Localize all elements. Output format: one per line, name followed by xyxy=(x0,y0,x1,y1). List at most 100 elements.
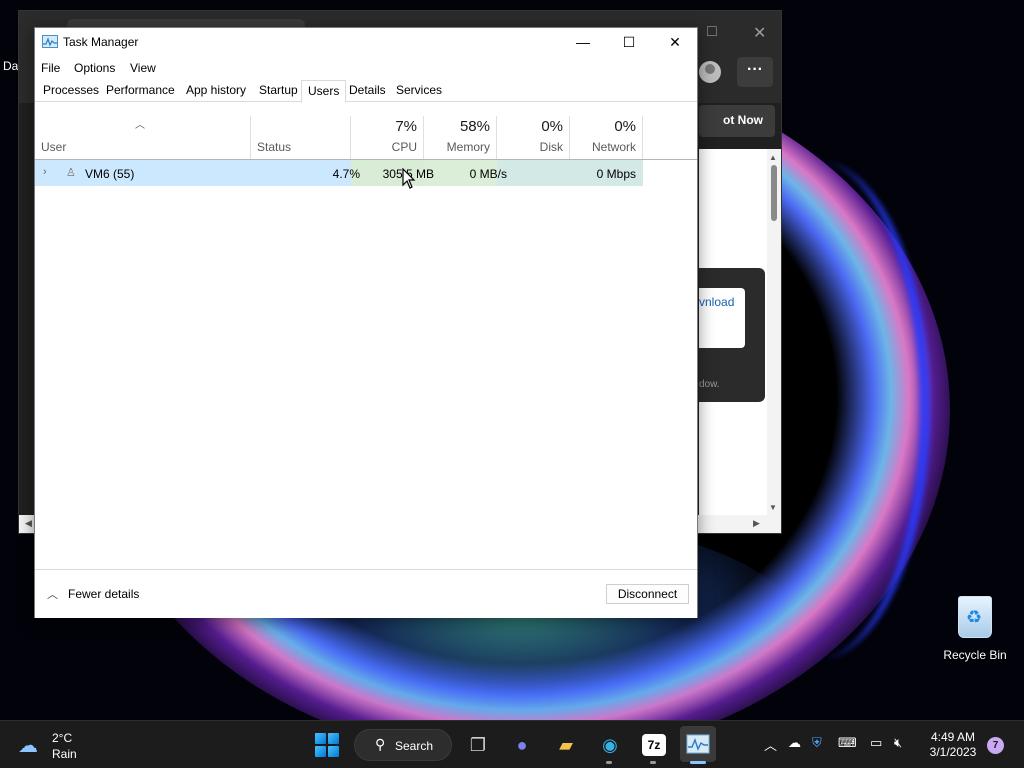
fewer-details-link[interactable]: Fewer details xyxy=(68,587,139,601)
menu-file[interactable]: File xyxy=(41,61,60,75)
vertical-scrollbar[interactable]: ▲ ▼ xyxy=(767,149,781,515)
user-icon: ♙ xyxy=(66,167,76,179)
desktop-icon-label[interactable]: Da xyxy=(3,59,18,73)
tab-processes[interactable]: Processes xyxy=(41,83,101,97)
mouse-cursor-icon xyxy=(402,168,416,189)
maximize-icon[interactable]: □ xyxy=(707,23,717,41)
chevron-up-icon[interactable]: ︿ xyxy=(47,586,58,602)
start-tile xyxy=(315,746,326,757)
task-manager-taskbar-button[interactable] xyxy=(680,726,716,762)
scrollbar-thumb[interactable] xyxy=(771,165,777,221)
column-header-cpu[interactable]: 7% CPU xyxy=(351,116,424,160)
onedrive-icon[interactable]: ☁ xyxy=(788,735,801,751)
column-header-network[interactable]: 0% Network xyxy=(570,116,643,160)
taskbar-search[interactable]: ⚲ Search xyxy=(354,729,452,761)
minimize-icon: — xyxy=(576,34,590,50)
column-memory-label: Memory xyxy=(446,140,490,154)
close-button[interactable]: ✕ xyxy=(652,28,698,58)
active-indicator xyxy=(690,761,706,764)
column-header-status[interactable]: Status xyxy=(251,116,351,160)
tab-bar: Processes Performance App history Startu… xyxy=(35,80,697,103)
sort-ascending-icon: ︿ xyxy=(135,120,145,131)
network-total: 0% xyxy=(614,118,636,135)
notification-badge[interactable]: 7 xyxy=(987,737,1004,754)
clock-time: 4:49 AM xyxy=(930,730,976,744)
download-card: vnload dow. xyxy=(699,268,765,402)
7zip-icon[interactable]: 7z xyxy=(642,734,666,756)
task-manager-app-icon xyxy=(42,35,58,48)
column-user-label: User xyxy=(41,140,67,154)
task-manager-titlebar[interactable]: Task Manager — ☐ ✕ xyxy=(35,28,697,58)
expand-chevron-icon[interactable]: › xyxy=(43,166,47,178)
disk-total: 0% xyxy=(541,118,563,135)
running-indicator xyxy=(650,761,656,764)
column-network-label: Network xyxy=(591,140,636,154)
search-label: Search xyxy=(395,739,434,753)
download-link[interactable]: vnload xyxy=(699,295,734,309)
recycle-bin-icon: ♻ xyxy=(958,596,992,638)
start-tile xyxy=(328,733,339,744)
tab-performance[interactable]: Performance xyxy=(104,83,177,97)
task-manager-icon xyxy=(686,734,710,754)
profile-avatar[interactable] xyxy=(699,61,721,83)
network-icon[interactable]: ▭ xyxy=(870,735,882,751)
weather-icon[interactable]: ☁ xyxy=(18,733,38,758)
scroll-right-icon[interactable]: ▶ xyxy=(753,518,760,529)
weather-condition[interactable]: Rain xyxy=(52,747,77,761)
disconnect-button[interactable]: Disconnect xyxy=(606,584,689,604)
clock-date: 3/1/2023 xyxy=(929,745,977,759)
maximize-icon: ☐ xyxy=(622,34,636,50)
menu-view[interactable]: View xyxy=(130,61,156,75)
tab-startup[interactable]: Startup xyxy=(257,83,300,97)
card-caption: dow. xyxy=(699,379,720,390)
not-now-button[interactable]: ot Now xyxy=(699,105,775,137)
window-title: Task Manager xyxy=(63,35,139,49)
menu-bar: File Options View xyxy=(35,58,697,78)
column-status-label: Status xyxy=(257,140,292,154)
taskbar-clock[interactable]: 4:49 AM 3/1/2023 xyxy=(920,730,986,760)
task-view-icon[interactable]: ❐ xyxy=(464,731,492,759)
row-cpu: 4.7% xyxy=(332,167,360,181)
edge-icon[interactable]: ◉ xyxy=(596,731,624,759)
volume-muted-icon[interactable]: 🔇︎ xyxy=(894,735,902,751)
close-icon: ✕ xyxy=(669,34,681,50)
column-header-disk[interactable]: 0% Disk xyxy=(497,116,570,160)
search-icon: ⚲ xyxy=(375,736,386,752)
column-disk-label: Disk xyxy=(539,140,563,154)
recycle-bin[interactable]: ♻ Recycle Bin xyxy=(938,596,1012,662)
row-disk: 0 MB/s xyxy=(469,167,507,181)
memory-total: 58% xyxy=(459,118,490,135)
tab-app-history[interactable]: App history xyxy=(184,83,248,97)
running-indicator xyxy=(606,761,612,764)
start-tile xyxy=(315,733,326,744)
folder-icon[interactable]: ▰ xyxy=(552,731,580,759)
scroll-down-icon[interactable]: ▼ xyxy=(769,503,777,512)
tab-details[interactable]: Details xyxy=(347,83,388,97)
security-shield-icon[interactable]: ⛨ xyxy=(812,735,822,751)
start-button[interactable] xyxy=(315,733,339,757)
column-cpu-label: CPU xyxy=(391,140,417,154)
table-row[interactable]: › ♙ VM6 (55) 4.7% 305.5 MB 0 MB/s 0 Mbps xyxy=(35,160,643,186)
tab-services[interactable]: Services xyxy=(394,83,444,97)
row-user: VM6 (55) xyxy=(85,167,135,181)
scroll-up-icon[interactable]: ▲ xyxy=(769,153,777,162)
keyboard-icon[interactable]: ⌨ xyxy=(838,735,857,751)
footer: ︿ Fewer details Disconnect xyxy=(35,570,697,618)
tab-users[interactable]: Users xyxy=(301,80,347,103)
weather-temp[interactable]: 2°C xyxy=(52,731,72,745)
maximize-button[interactable]: ☐ xyxy=(606,28,652,58)
task-manager-window[interactable]: Task Manager — ☐ ✕ File Options View Pro… xyxy=(34,27,698,618)
column-header-memory[interactable]: 58% Memory xyxy=(424,116,497,160)
minimize-button[interactable]: — xyxy=(560,28,606,58)
menu-options[interactable]: Options xyxy=(74,61,115,75)
recycle-bin-label: Recycle Bin xyxy=(943,648,1007,662)
row-network: 0 Mbps xyxy=(596,167,636,181)
cpu-total: 7% xyxy=(395,118,417,135)
more-options-button[interactable]: ··· xyxy=(737,57,773,87)
close-icon[interactable]: ✕ xyxy=(753,23,766,43)
teams-chat-icon[interactable]: ● xyxy=(508,731,536,759)
chevron-up-icon[interactable]: ︿ xyxy=(764,735,777,754)
scroll-left-icon[interactable]: ◀ xyxy=(25,518,32,529)
start-tile xyxy=(328,746,339,757)
taskbar: ☁ 2°C Rain ⚲ Search ❐ ● ▰ ◉ 7z ︿ ☁ ⛨ ⌨ ▭… xyxy=(0,720,1024,768)
